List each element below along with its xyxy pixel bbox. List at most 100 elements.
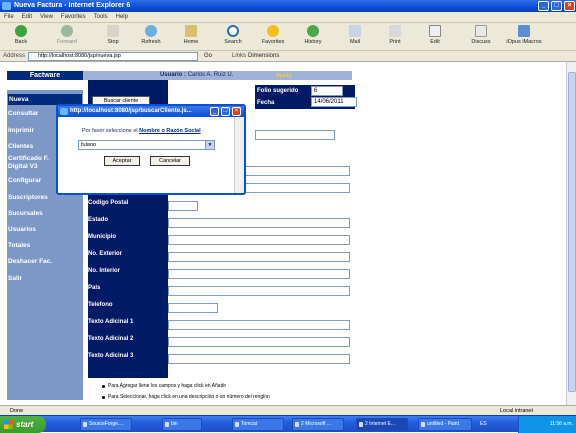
printer-icon: [389, 25, 401, 37]
taskbar-item-paint[interactable]: untitled - Paint: [418, 418, 472, 431]
fecha-input[interactable]: 14/06/2011: [311, 97, 357, 107]
language-indicator[interactable]: ES: [480, 421, 487, 427]
help-link[interactable]: Ayuda: [276, 73, 291, 79]
search-icon: [227, 25, 239, 37]
links-label[interactable]: Links: [232, 53, 246, 59]
form-input[interactable]: [255, 130, 335, 140]
forward-arrow-icon: [61, 25, 73, 37]
address-input[interactable]: http://localhost:8080/jsp/nueva.jsp: [28, 52, 198, 61]
popup-title: http://localhost:8080/jsp/buscarCliente.…: [70, 108, 192, 114]
instruction-add: Para Agregar llene los campos y haga cli…: [101, 383, 227, 389]
user-label: Usuario :: [160, 72, 187, 78]
buscar-cliente-popup: http://localhost:8080/jsp/buscarCliente.…: [56, 104, 246, 195]
menu-tools[interactable]: Tools: [90, 12, 112, 23]
mail-button[interactable]: Mail: [336, 25, 374, 49]
home-button[interactable]: Home: [172, 25, 210, 49]
aceptar-button[interactable]: Aceptar: [104, 156, 140, 166]
label-estado: Estado: [88, 217, 109, 223]
address-bar: Address http://localhost:8080/jsp/nueva.…: [0, 51, 576, 62]
codigo-postal-input[interactable]: [168, 201, 198, 211]
user-name: Carlos A. Ruiz U.: [187, 72, 234, 78]
menu-favorites[interactable]: Favorites: [57, 12, 90, 23]
stop-button[interactable]: Stop: [94, 25, 132, 49]
edit-button[interactable]: Edit: [416, 25, 454, 49]
estado-input[interactable]: [168, 218, 350, 228]
ie-logo-icon: [2, 2, 11, 10]
label-no-interior: No. Interior: [88, 268, 121, 274]
nav-salir[interactable]: Salir: [8, 275, 82, 283]
close-icon[interactable]: ×: [564, 1, 575, 11]
minimize-button[interactable]: _: [538, 1, 549, 11]
pais-input[interactable]: [168, 286, 350, 296]
browser-toolbar: Back Forward Stop Refresh Home Search Fa…: [0, 23, 576, 51]
history-button[interactable]: History: [294, 25, 332, 49]
taskbar-item-microsoft[interactable]: 2 Microsoft ...: [292, 418, 344, 431]
clock: 11:56 a.m.: [549, 421, 573, 427]
taskbar: start SourceForge.... bin Tomcat 2 Micro…: [0, 415, 576, 433]
taskbar-item-tomcat[interactable]: Tomcat: [232, 418, 284, 431]
cliente-select[interactable]: fulano ▼: [78, 140, 215, 150]
discuss-icon: [475, 25, 487, 37]
favorites-button[interactable]: Favorites: [254, 25, 292, 49]
discuss-button[interactable]: Discuss: [462, 25, 500, 49]
dimensions-link[interactable]: Dimensions: [248, 53, 279, 59]
municipio-input[interactable]: [168, 235, 350, 245]
app-logo: Factware: [7, 71, 83, 80]
refresh-icon: [145, 25, 157, 37]
telefono-input[interactable]: [168, 303, 218, 313]
ie-logo-icon: [60, 108, 68, 115]
start-button[interactable]: start: [0, 416, 46, 433]
no-exterior-input[interactable]: [168, 252, 350, 262]
maximize-button[interactable]: □: [551, 1, 562, 11]
label-no-exterior: No. Exterior: [88, 251, 123, 257]
taskbar-item-internet-explorer[interactable]: 2 Internet E...: [356, 418, 408, 431]
nav-suscriptores[interactable]: Suscriptores: [8, 194, 82, 202]
taskbar-item-sourceforge[interactable]: SourceForge....: [80, 418, 132, 431]
cliente-select-value: fulano: [81, 142, 96, 148]
chevron-down-icon[interactable]: ▼: [205, 141, 214, 149]
window-title: Nueva Factura - Internet Explorer 6: [14, 2, 131, 9]
address-label: Address: [3, 53, 26, 59]
menu-view[interactable]: View: [36, 12, 57, 23]
status-text: Done: [10, 408, 24, 414]
search-button[interactable]: Search: [214, 25, 252, 49]
label-telefono: Telefono: [88, 302, 113, 308]
edit-page-icon: [429, 25, 441, 37]
nav-usuarios[interactable]: Usuarios: [8, 226, 82, 234]
taskbar-item-bin[interactable]: bin: [162, 418, 202, 431]
label-texto-adicinal-3: Texto Adicinal 3: [88, 353, 134, 359]
go-button[interactable]: Go: [204, 53, 212, 59]
label-texto-adicinal-1: Texto Adicinal 1: [88, 319, 134, 325]
scrollbar-thumb[interactable]: [568, 72, 576, 392]
texto-adicinal-2-input[interactable]: [168, 337, 350, 347]
nav-totales[interactable]: Totales: [8, 242, 82, 250]
menu-help[interactable]: Help: [112, 12, 132, 23]
print-button[interactable]: Print: [376, 25, 414, 49]
folio-input[interactable]: 6: [311, 86, 343, 96]
label-codigo-postal: Codigo Postal: [88, 200, 129, 206]
imacros-icon: [518, 25, 530, 37]
texto-adicinal-3-input[interactable]: [168, 354, 350, 364]
fecha-label: Fecha: [257, 100, 275, 106]
user-info: Usuario : Carlos A. Ruiz U.: [160, 72, 233, 78]
popup-minimize-button[interactable]: _: [210, 107, 219, 116]
no-interior-input[interactable]: [168, 269, 350, 279]
refresh-button[interactable]: Refresh: [132, 25, 170, 49]
iopus-imacros-button[interactable]: iOpus iMacros: [500, 25, 548, 49]
texto-adicinal-1-input[interactable]: [168, 320, 350, 330]
nav-deshacer[interactable]: Deshacer Fac.: [8, 258, 82, 266]
forward-button[interactable]: Forward: [48, 25, 86, 49]
page-scrollbar[interactable]: [566, 62, 576, 405]
popup-maximize-button[interactable]: □: [221, 107, 230, 116]
menu-edit[interactable]: Edit: [18, 12, 36, 23]
stop-icon: [107, 25, 119, 37]
back-button[interactable]: Back: [2, 25, 40, 49]
nav-certificado[interactable]: Certificado F. Digital V3: [8, 155, 60, 171]
nav-sucursales[interactable]: Sucursales: [8, 210, 82, 218]
cancelar-button[interactable]: Cancelar: [150, 156, 190, 166]
popup-scrollbar[interactable]: [234, 117, 244, 193]
menu-file[interactable]: File: [0, 12, 18, 23]
security-zone: Local intranet: [500, 408, 534, 414]
popup-close-icon[interactable]: ×: [232, 107, 241, 116]
back-arrow-icon: [15, 25, 27, 37]
